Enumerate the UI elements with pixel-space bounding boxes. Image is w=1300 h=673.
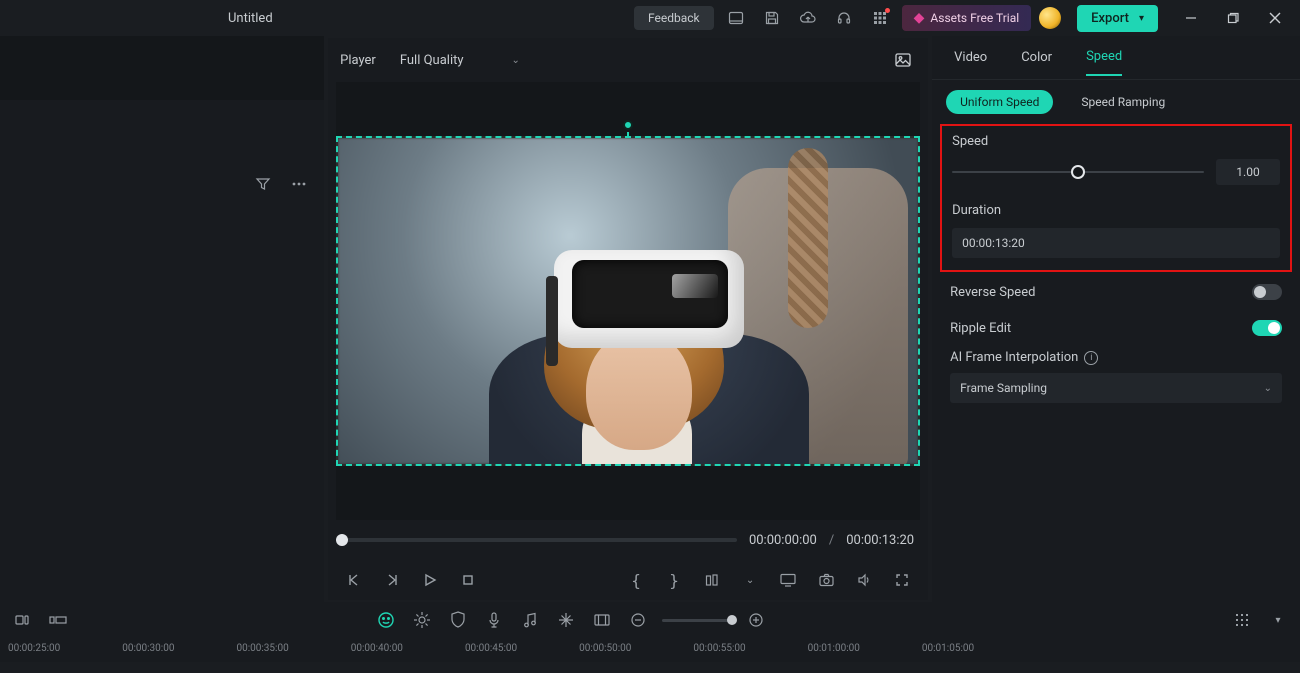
chevron-down-icon: ⌄ xyxy=(1264,383,1272,394)
rotation-handle[interactable] xyxy=(623,120,633,130)
duration-label: Duration xyxy=(952,203,1280,218)
speed-slider[interactable] xyxy=(952,171,1204,173)
ai-option-label: Frame Sampling xyxy=(960,381,1047,395)
chevron-down-icon: ▾ xyxy=(1139,13,1144,24)
feedback-button[interactable]: Feedback xyxy=(634,6,714,30)
export-label: Export xyxy=(1091,11,1129,26)
avatar[interactable] xyxy=(1039,7,1061,29)
maximize-button[interactable] xyxy=(1216,4,1250,32)
snapshot-button[interactable] xyxy=(814,568,838,592)
uniform-speed-tab[interactable]: Uniform Speed xyxy=(946,90,1053,114)
headphones-icon[interactable] xyxy=(830,4,858,32)
ai-interpolation-select[interactable]: Frame Sampling ⌄ xyxy=(950,373,1282,403)
speed-label: Speed xyxy=(952,134,1280,149)
player-header-label: Player xyxy=(340,53,376,68)
filter-icon[interactable] xyxy=(252,173,274,195)
more-icon[interactable] xyxy=(288,173,310,195)
music-icon[interactable] xyxy=(518,608,542,632)
ruler-mark: 00:00:25:00 xyxy=(8,643,60,654)
gem-icon: ◆ xyxy=(914,10,925,26)
smiley-icon[interactable] xyxy=(374,608,398,632)
video-frame[interactable] xyxy=(336,136,920,466)
seek-thumb[interactable] xyxy=(336,534,348,546)
layout-icon[interactable] xyxy=(722,4,750,32)
next-frame-button[interactable] xyxy=(380,568,404,592)
project-title: Untitled xyxy=(228,11,273,26)
current-time: 00:00:00:00 xyxy=(749,533,817,548)
ruler-mark: 00:01:05:00 xyxy=(922,643,974,654)
prev-frame-button[interactable] xyxy=(342,568,366,592)
assets-trial-label: Assets Free Trial xyxy=(930,11,1019,25)
ruler-mark: 00:00:55:00 xyxy=(693,643,745,654)
ruler-mark: 00:00:35:00 xyxy=(236,643,288,654)
tab-video[interactable]: Video xyxy=(954,40,987,75)
time-separator: / xyxy=(829,533,834,548)
volume-button[interactable] xyxy=(852,568,876,592)
speed-value[interactable]: 1.00 xyxy=(1216,159,1280,185)
mark-out-button[interactable]: } xyxy=(662,568,686,592)
ripple-edit-toggle[interactable] xyxy=(1252,320,1282,336)
chevron-down-icon[interactable]: ⌄ xyxy=(738,568,762,592)
save-icon[interactable] xyxy=(758,4,786,32)
info-icon[interactable]: i xyxy=(1084,351,1098,365)
zoom-thumb[interactable] xyxy=(727,615,737,625)
zoom-out-button[interactable] xyxy=(626,608,650,632)
zoom-slider[interactable] xyxy=(662,619,732,622)
assets-trial-button[interactable]: ◆ Assets Free Trial xyxy=(902,5,1032,31)
speed-slider-thumb[interactable] xyxy=(1071,165,1085,179)
zoom-in-button[interactable] xyxy=(744,608,768,632)
player-panel: Player Full Quality ⌄ xyxy=(328,38,928,600)
seek-slider[interactable] xyxy=(342,538,737,542)
player-stage[interactable] xyxy=(336,82,920,520)
ruler-mark: 00:00:45:00 xyxy=(465,643,517,654)
inspector-tabs: Video Color Speed xyxy=(932,36,1300,80)
time-ruler[interactable]: 00:00:25:00 00:00:30:00 00:00:35:00 00:0… xyxy=(0,638,1300,658)
ripple-edit-label: Ripple Edit xyxy=(950,321,1011,336)
minimize-button[interactable] xyxy=(1174,4,1208,32)
image-icon[interactable] xyxy=(890,47,916,73)
frame-icon[interactable] xyxy=(590,608,614,632)
reverse-speed-label: Reverse Speed xyxy=(950,285,1035,300)
apps-icon[interactable] xyxy=(866,4,894,32)
dropdown-icon[interactable]: ▾ xyxy=(1266,608,1290,632)
duration-input[interactable]: 00:00:13:20 xyxy=(952,228,1280,258)
quality-label: Full Quality xyxy=(400,53,464,68)
ruler-mark: 00:00:40:00 xyxy=(351,643,403,654)
close-button[interactable] xyxy=(1258,4,1292,32)
shield-icon[interactable] xyxy=(446,608,470,632)
track-width-icon[interactable] xyxy=(46,608,70,632)
play-button[interactable] xyxy=(418,568,442,592)
cloud-icon[interactable] xyxy=(794,4,822,32)
titlebar: Untitled Feedback ◆ Assets Free Trial Ex… xyxy=(0,0,1300,36)
crop-button[interactable] xyxy=(700,568,724,592)
chevron-down-icon: ⌄ xyxy=(512,55,520,66)
grid-view-icon[interactable] xyxy=(1230,608,1254,632)
export-button[interactable]: Export ▾ xyxy=(1077,5,1158,32)
mic-icon[interactable] xyxy=(482,608,506,632)
ai-interpolation-label: AI Frame Interpolation xyxy=(950,350,1078,365)
inspector-panel: Video Color Speed Uniform Speed Speed Ra… xyxy=(932,36,1300,602)
media-panel xyxy=(0,36,324,602)
toggle-track-icon[interactable] xyxy=(10,608,34,632)
mark-in-button[interactable]: { xyxy=(624,568,648,592)
monitor-icon[interactable] xyxy=(776,568,800,592)
tab-color[interactable]: Color xyxy=(1021,40,1052,75)
stop-button[interactable] xyxy=(456,568,480,592)
fullscreen-button[interactable] xyxy=(890,568,914,592)
burst-icon[interactable] xyxy=(410,608,434,632)
ruler-mark: 00:00:30:00 xyxy=(122,643,174,654)
total-time: 00:00:13:20 xyxy=(846,533,914,548)
ruler-mark: 00:00:50:00 xyxy=(579,643,631,654)
speed-ramping-tab[interactable]: Speed Ramping xyxy=(1067,90,1179,114)
quality-select[interactable]: Full Quality ⌄ xyxy=(392,49,528,72)
timeline-strip: ▾ 00:00:25:00 00:00:30:00 00:00:35:00 00… xyxy=(0,602,1300,662)
reverse-speed-toggle[interactable] xyxy=(1252,284,1282,300)
tab-speed[interactable]: Speed xyxy=(1086,39,1122,76)
speed-highlight-section: Speed 1.00 Duration 00:00:13:20 xyxy=(940,124,1292,272)
ruler-mark: 00:01:00:00 xyxy=(808,643,860,654)
sparkle-icon[interactable] xyxy=(554,608,578,632)
